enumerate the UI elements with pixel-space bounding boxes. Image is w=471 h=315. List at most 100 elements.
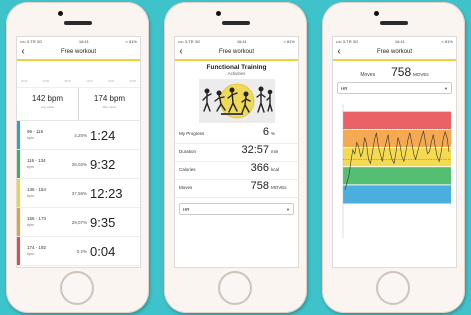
zone-unit: bpm <box>27 223 34 227</box>
zone-time: 9:35 <box>90 214 116 230</box>
moves-unit: MOVEs <box>413 72 429 77</box>
metric-select-value: HR <box>341 85 348 91</box>
metric-select-value: HR <box>183 206 190 212</box>
carrier: •••• 3-TR 3G <box>178 38 201 44</box>
activity-title: Functional Training <box>206 64 267 71</box>
zone-unit: bpm <box>27 252 34 256</box>
zone-time: 1:24 <box>90 127 116 143</box>
x-tick: 16:00 <box>107 80 115 83</box>
zone-time: 0:04 <box>90 243 116 259</box>
chevron-down-icon: ▼ <box>444 85 448 91</box>
hr-summary: 142 bpm Avg value 174 bpm Max value <box>17 88 140 121</box>
back-icon[interactable]: ‹ <box>17 47 29 57</box>
moves-value: 758 <box>250 180 269 192</box>
phone-2: •••• 3-TR 3G 16:41 ≈ 81% ‹ Free workout … <box>164 2 307 313</box>
activity-photo <box>198 79 275 123</box>
hr-zone-band <box>343 111 451 129</box>
max-value: 174 bpm <box>93 94 126 103</box>
battery: ≈ 81% <box>125 38 137 44</box>
chevron-down-icon: ▼ <box>286 206 290 212</box>
zone-color-bar <box>17 150 20 178</box>
avg-value: 142 bpm <box>31 94 64 103</box>
nav-bar: ‹ Free workout <box>17 45 140 61</box>
zone-row: 155 - 173 bpm 29,07% 9:35 <box>17 208 140 237</box>
zone-percent: 29,07% <box>71 219 87 225</box>
earpiece <box>380 21 408 25</box>
earpiece <box>64 21 92 25</box>
x-tick: 12:00 <box>86 80 93 83</box>
page-title: Free workout <box>218 49 254 55</box>
battery: ≈ 81% <box>283 38 295 44</box>
activity-subtitle: Activities <box>227 71 246 76</box>
zone-percent: 4,25% <box>74 132 87 138</box>
phone-3: •••• 3-TR 3G 16:41 ≈ 81% ‹ Free workout … <box>322 2 465 313</box>
page-title: Free workout <box>376 49 412 55</box>
duration-value: 32:57 <box>241 144 269 156</box>
zone-unit: bpm <box>27 136 34 140</box>
metric-select[interactable]: HR ▼ <box>337 82 452 94</box>
moves-unit: MOVEs <box>271 185 287 190</box>
clock: 16:41 <box>236 38 247 44</box>
back-icon[interactable]: ‹ <box>175 47 187 57</box>
back-icon[interactable]: ‹ <box>333 47 345 57</box>
moves-label: Moves <box>179 185 193 190</box>
duration-row: Duration 32:57 min <box>175 144 298 162</box>
screen-3: •••• 3-TR 3G 16:41 ≈ 81% ‹ Free workout … <box>332 36 457 268</box>
max-label: Max value <box>102 105 117 109</box>
screen-1: •••• 3-TR 3G 16:41 ≈ 81% ‹ Free workout … <box>16 36 141 268</box>
metric-select[interactable]: HR ▼ <box>179 203 294 215</box>
x-tick: 20:00 <box>129 80 136 83</box>
x-axis-ticks: 00:00 04:00 08:00 12:00 16:00 20:00 <box>21 80 136 83</box>
hr-zone-band <box>343 167 451 185</box>
home-button[interactable] <box>376 271 410 305</box>
moves-row: Moves 758 MOVEs <box>175 180 298 198</box>
progress-unit: % <box>271 131 276 136</box>
x-tick: 00:00 <box>21 80 28 83</box>
x-tick: 04:00 <box>42 80 49 83</box>
duration-label: Duration <box>179 149 197 154</box>
phone-1: •••• 3-TR 3G 16:41 ≈ 81% ‹ Free workout … <box>6 2 149 313</box>
moves-summary: Moves 758 MOVEs <box>333 65 456 79</box>
zone-percent: 28,02% <box>71 161 87 167</box>
zone-unit: bpm <box>27 194 34 198</box>
duration-unit: min <box>271 149 279 154</box>
zone-color-bar <box>17 121 20 149</box>
front-camera <box>58 11 63 16</box>
page-title: Free workout <box>60 49 96 55</box>
clock: 16:41 <box>394 38 405 44</box>
nav-bar: ‹ Free workout <box>333 45 456 61</box>
carrier: •••• 3-TR 3G <box>20 38 43 44</box>
home-button[interactable] <box>218 271 252 305</box>
zone-row: 116 - 134 bpm 28,02% 9:32 <box>17 150 140 179</box>
max-stat: 174 bpm Max value <box>78 88 140 120</box>
moves-label: Moves <box>360 72 376 78</box>
zone-unit: bpm <box>27 165 34 169</box>
nav-bar: ‹ Free workout <box>175 45 298 61</box>
avg-label: Avg value <box>40 105 55 109</box>
status-bar: •••• 3-TR 3G 16:41 ≈ 81% <box>333 37 456 45</box>
home-button[interactable] <box>60 271 94 305</box>
clock: 16:41 <box>78 38 89 44</box>
hr-zone-band <box>343 185 451 204</box>
zone-color-bar <box>17 179 20 207</box>
zone-percent: 37,56% <box>71 190 87 196</box>
zone-color-bar <box>17 237 20 265</box>
calories-label: Calories <box>179 167 196 172</box>
status-bar: •••• 3-TR 3G 16:41 ≈ 81% <box>17 37 140 45</box>
carrier: •••• 3-TR 3G <box>336 38 359 44</box>
zone-color-bar <box>17 208 20 236</box>
front-camera <box>216 11 221 16</box>
zone-row: 135 - 154 bpm 37,56% 12:23 <box>17 179 140 208</box>
screen-2: •••• 3-TR 3G 16:41 ≈ 81% ‹ Free workout … <box>174 36 299 268</box>
zone-percent: 0,2% <box>76 248 87 254</box>
hr-chart-collapsed: 00:00 04:00 08:00 12:00 16:00 20:00 <box>17 61 140 88</box>
moves-value: 758 <box>391 65 412 79</box>
hr-zone-chart <box>342 104 451 238</box>
calories-value: 366 <box>250 162 269 174</box>
avg-stat: 142 bpm Avg value <box>17 88 78 120</box>
progress-value: 6 <box>262 126 269 138</box>
x-tick: 08:00 <box>64 80 71 83</box>
status-bar: •••• 3-TR 3G 16:41 ≈ 81% <box>175 37 298 45</box>
zone-row: 96 - 115 bpm 4,25% 1:24 <box>17 121 140 150</box>
progress-row: My Progress 6 % <box>175 126 298 144</box>
